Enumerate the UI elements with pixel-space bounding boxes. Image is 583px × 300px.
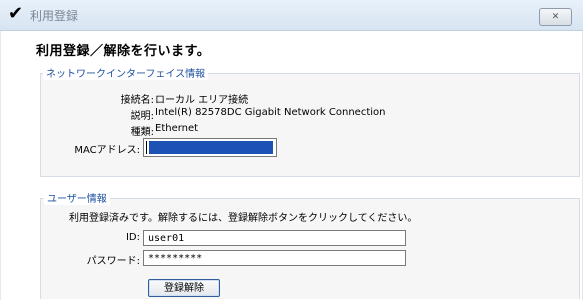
registration-status-message: 利用登録済みです。解除するには、登録解除ボタンをクリックしてください。 bbox=[69, 213, 418, 224]
type-label: 種類: bbox=[130, 127, 154, 138]
password-input[interactable] bbox=[143, 250, 406, 266]
page-heading: 利用登録／解除を行います。 bbox=[36, 44, 211, 59]
close-button[interactable]: ✕ bbox=[539, 8, 572, 26]
connection-name-value: ローカル エリア接続 bbox=[155, 95, 249, 106]
mac-address-label: MACアドレス: bbox=[74, 145, 140, 156]
title-bar: ✔ 利用登録 ✕ bbox=[0, 0, 583, 31]
type-value: Ethernet bbox=[155, 123, 199, 134]
id-input[interactable] bbox=[143, 230, 406, 246]
unregister-button[interactable]: 登録解除 bbox=[148, 279, 220, 297]
user-info-legend: ユーザー情報 bbox=[44, 190, 110, 205]
password-label: パスワード: bbox=[86, 256, 140, 267]
description-label: 説明: bbox=[130, 111, 154, 122]
mac-address-field[interactable] bbox=[143, 138, 277, 157]
text-cursor bbox=[146, 141, 147, 154]
network-info-legend: ネットワークインターフェイス情報 bbox=[43, 65, 209, 80]
check-mark-icon: ✔ bbox=[8, 3, 24, 24]
id-label: ID: bbox=[125, 232, 140, 243]
description-value: Intel(R) 82578DC Gigabit Network Connect… bbox=[155, 107, 386, 118]
window-title: 利用登録 bbox=[30, 9, 79, 23]
close-icon: ✕ bbox=[551, 12, 560, 22]
connection-name-label: 接続名: bbox=[120, 95, 154, 106]
redacted-mac-value bbox=[149, 141, 273, 154]
